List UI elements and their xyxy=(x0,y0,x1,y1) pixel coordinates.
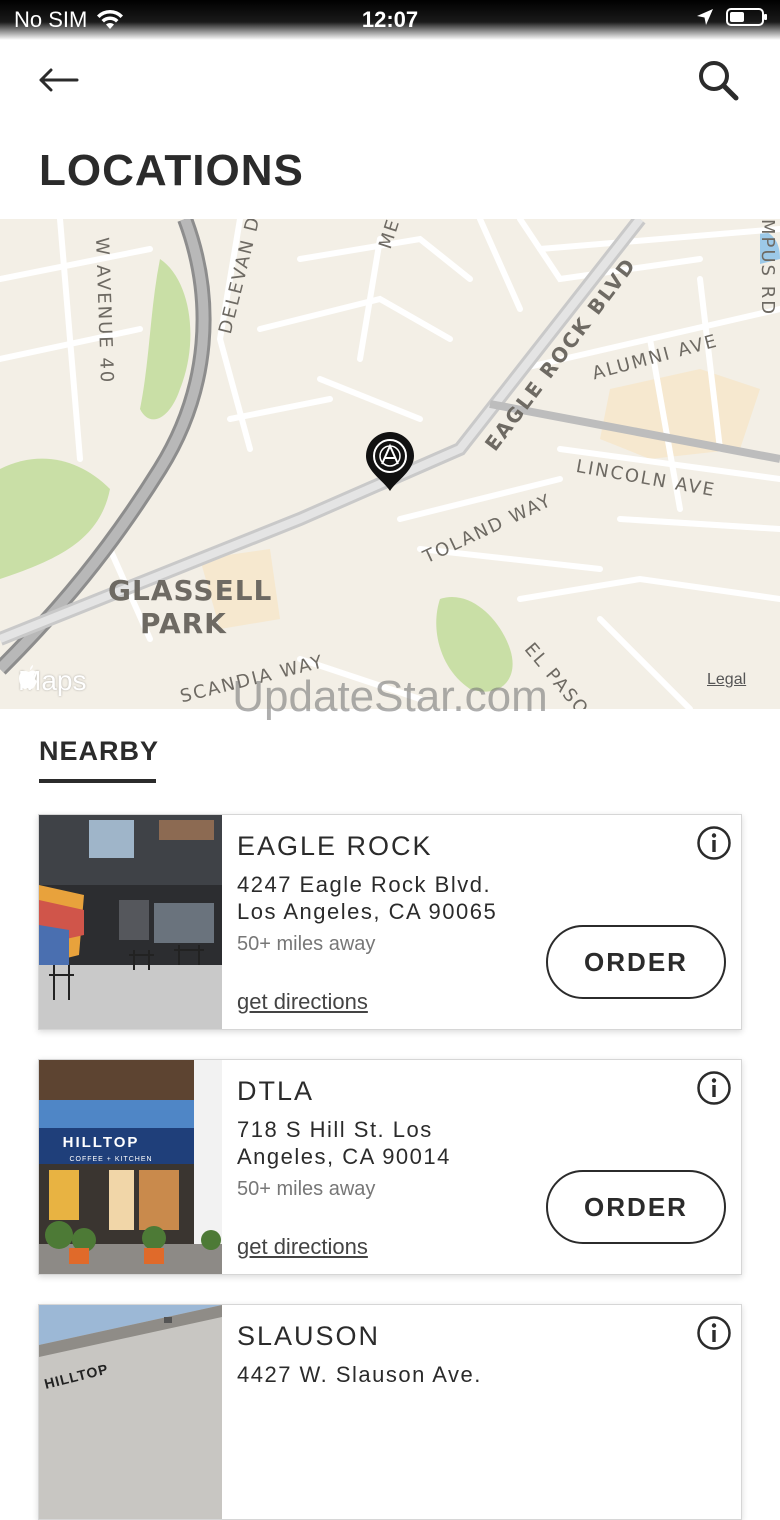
map-pin-icon xyxy=(366,432,414,491)
status-bar: No SIM 12:07 xyxy=(0,0,780,40)
info-button[interactable] xyxy=(696,1070,732,1106)
status-right xyxy=(696,8,767,26)
info-icon xyxy=(697,1316,731,1350)
location-card[interactable]: EAGLE ROCK 4247 Eagle Rock Blvd. Los Ang… xyxy=(38,814,742,1030)
info-icon xyxy=(697,1071,731,1105)
order-button[interactable]: ORDER xyxy=(546,1170,726,1244)
get-directions-link[interactable]: get directions xyxy=(237,1234,368,1260)
address-line: 4427 W. Slauson Ave. xyxy=(237,1362,482,1387)
location-pin[interactable] xyxy=(364,431,416,493)
location-name: SLAUSON xyxy=(237,1321,381,1351)
page-title: LOCATIONS xyxy=(39,146,304,195)
location-name: DTLA xyxy=(237,1076,315,1106)
address-line: 4247 Eagle Rock Blvd. xyxy=(237,872,492,897)
sign-coffee-kitchen: COFFEE + KITCHEN xyxy=(69,1156,152,1163)
status-time: 12:07 xyxy=(361,7,419,32)
address-line: Los Angeles, CA 90065 xyxy=(237,899,498,924)
battery-icon xyxy=(726,8,767,26)
search-button[interactable] xyxy=(692,54,744,106)
location-photo: HILLTOP COFFEE + KITCHEN xyxy=(39,1060,222,1274)
district-label: PARK xyxy=(140,607,227,640)
sign-hilltop: HILLTOP xyxy=(63,1134,140,1151)
arrow-left-icon xyxy=(39,68,79,92)
order-button[interactable]: ORDER xyxy=(546,925,726,999)
location-photo: HILLTOP xyxy=(39,1305,222,1519)
search-icon xyxy=(699,61,739,101)
info-button[interactable] xyxy=(696,1315,732,1351)
location-card[interactable]: HILLTOP COFFEE + KITCHEN DTLA 718 S Hill… xyxy=(38,1059,742,1275)
street-label: MPUS RD xyxy=(757,219,778,317)
tab-underline xyxy=(39,779,156,783)
location-distance: 50+ miles away xyxy=(237,1178,376,1200)
address-line: 718 S Hill St. Los xyxy=(237,1117,433,1142)
info-icon xyxy=(697,826,731,860)
get-directions-link[interactable]: get directions xyxy=(237,989,368,1015)
apple-maps-logo: Maps xyxy=(18,665,86,697)
legal-link[interactable]: Legal xyxy=(707,671,746,689)
location-distance: 50+ miles away xyxy=(237,933,376,955)
location-name: EAGLE ROCK xyxy=(237,831,433,861)
location-arrow-icon xyxy=(697,9,713,25)
location-photo xyxy=(39,815,222,1029)
tab-nearby[interactable]: NEARBY xyxy=(39,736,159,767)
location-address: 4247 Eagle Rock Blvd. Los Angeles, CA 90… xyxy=(237,871,557,925)
location-address: 4427 W. Slauson Ave. xyxy=(237,1361,557,1388)
map-view[interactable]: W AVENUE 40 DELEVAN DR ME EAGLE ROCK BLV… xyxy=(0,219,780,709)
address-line: Angeles, CA 90014 xyxy=(237,1144,451,1169)
apple-logo-icon xyxy=(19,665,37,689)
back-button[interactable] xyxy=(34,58,82,102)
location-address: 718 S Hill St. Los Angeles, CA 90014 xyxy=(237,1116,557,1170)
location-card[interactable]: HILLTOP SLAUSON 4427 W. Slauson Ave. xyxy=(38,1304,742,1520)
district-label: GLASSELL xyxy=(108,574,273,607)
info-button[interactable] xyxy=(696,825,732,861)
